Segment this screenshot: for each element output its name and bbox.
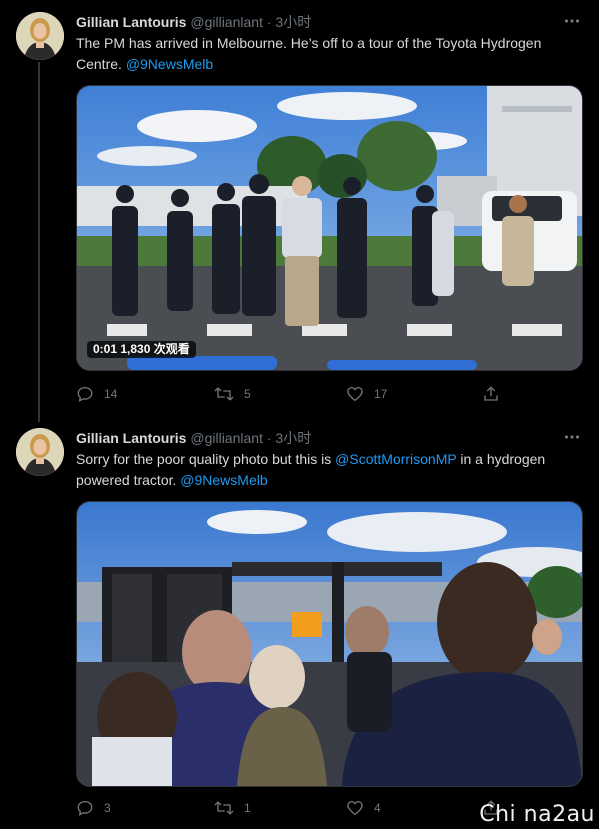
share-icon: [484, 386, 498, 401]
retweet-count: 1: [244, 801, 251, 815]
reply-icon: [77, 386, 93, 403]
author-handle[interactable]: @gillianlant: [190, 14, 263, 30]
avatar[interactable]: [16, 428, 64, 476]
avatar[interactable]: [16, 12, 64, 60]
tweet-text: Sorry for the poor quality photo but thi…: [76, 449, 586, 491]
mention-link[interactable]: @9NewsMelb: [180, 472, 267, 488]
reply-count: 3: [104, 801, 111, 815]
more-options-button[interactable]: [563, 12, 581, 30]
tweet-header: Gillian Lantouris @gillianlant · 3小时: [76, 428, 311, 448]
video-player[interactable]: 0:01 1,830 次观看: [76, 85, 583, 371]
timestamp[interactable]: 3小时: [275, 14, 311, 30]
video-time: 0:01: [93, 342, 118, 356]
retweet-button[interactable]: 5: [214, 384, 251, 404]
video-views: 1,830 次观看: [120, 342, 190, 356]
like-count: 4: [374, 801, 381, 815]
video-badge: 0:01 1,830 次观看: [87, 341, 196, 358]
more-options-button[interactable]: [563, 428, 581, 446]
reply-icon: [77, 800, 93, 817]
like-button[interactable]: 17: [346, 384, 387, 404]
photo[interactable]: [76, 501, 583, 787]
author-name[interactable]: Gillian Lantouris: [76, 430, 186, 446]
tweet-text: The PM has arrived in Melbourne. He’s of…: [76, 33, 586, 75]
tweet-text-body: Sorry for the poor quality photo but thi…: [76, 451, 336, 467]
retweet-icon: [214, 801, 234, 815]
author-handle[interactable]: @gillianlant: [190, 430, 263, 446]
timestamp[interactable]: 3小时: [275, 430, 311, 446]
like-count: 17: [374, 387, 388, 401]
like-button[interactable]: 4: [346, 798, 381, 818]
reply-button[interactable]: 14: [76, 384, 117, 404]
tweet-actions: 3 1 4: [76, 798, 516, 818]
mention-link[interactable]: @ScottMorrisonMP: [335, 451, 456, 467]
separator-dot: ·: [266, 14, 272, 30]
tweet-1[interactable]: Gillian Lantouris @gillianlant · 3小时 The…: [0, 12, 599, 412]
heart-icon: [347, 800, 363, 816]
tweet-2[interactable]: Gillian Lantouris @gillianlant · 3小时 Sor…: [0, 428, 599, 829]
tweet-header: Gillian Lantouris @gillianlant · 3小时: [76, 12, 311, 32]
retweet-button[interactable]: 1: [214, 798, 251, 818]
tweet-actions: 14 5 17: [76, 384, 516, 404]
watermark: Chi na2au: [479, 802, 595, 827]
more-horizontal-icon: [564, 435, 580, 439]
author-name[interactable]: Gillian Lantouris: [76, 14, 186, 30]
separator-dot: ·: [266, 430, 272, 446]
reply-button[interactable]: 3: [76, 798, 111, 818]
mention-link[interactable]: @9NewsMelb: [126, 56, 213, 72]
retweet-count: 5: [244, 387, 251, 401]
reply-count: 14: [104, 387, 118, 401]
share-button[interactable]: [482, 384, 500, 404]
heart-icon: [347, 386, 363, 402]
retweet-icon: [214, 387, 234, 401]
more-horizontal-icon: [564, 19, 580, 23]
